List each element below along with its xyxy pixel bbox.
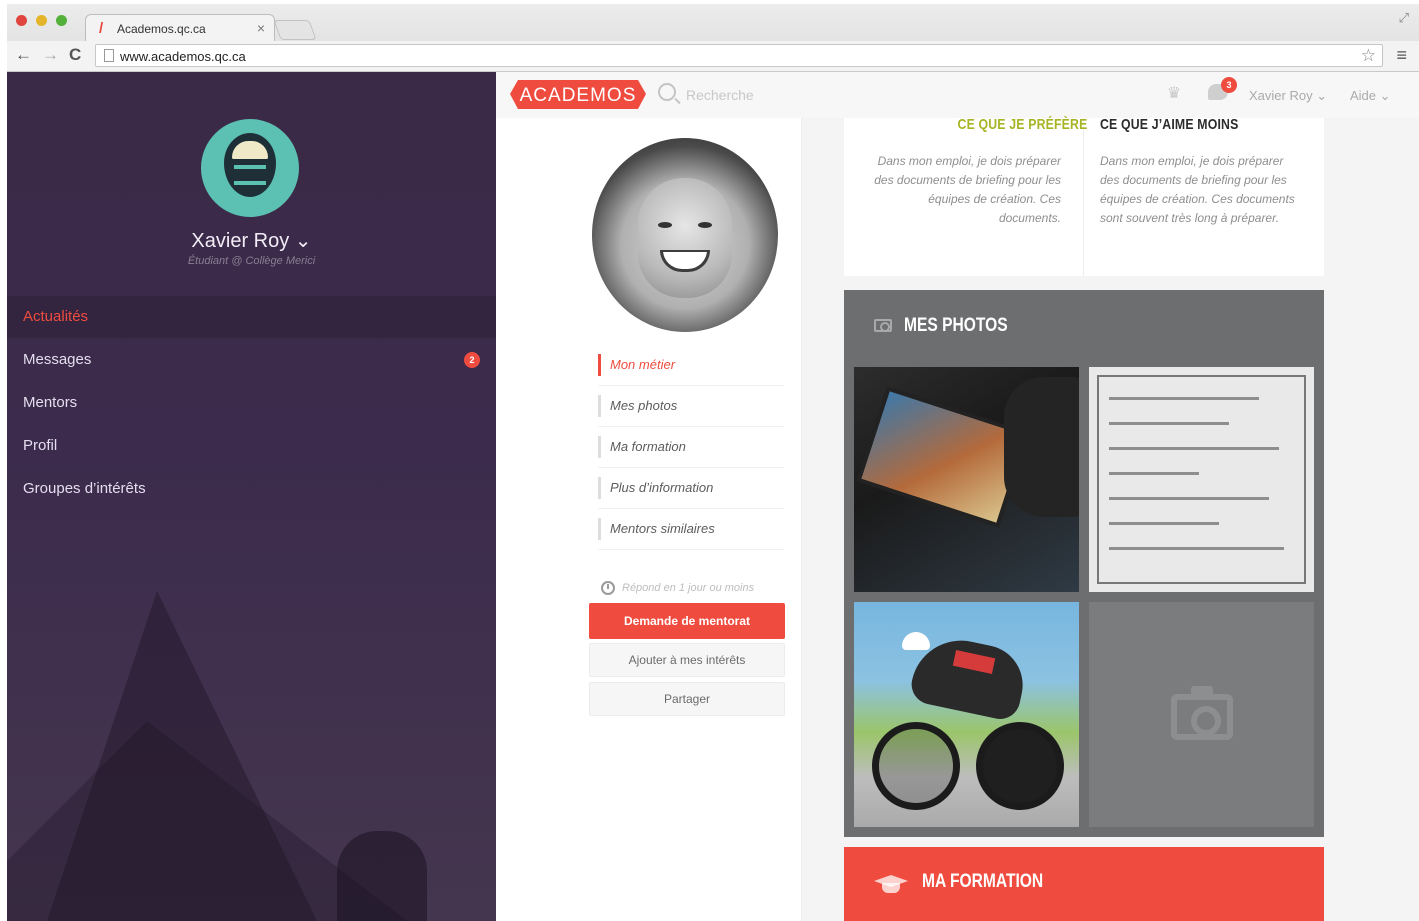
minimize-window-button[interactable] <box>36 15 47 26</box>
sidebar-user-subtitle: Étudiant @ Collège Merici <box>187 255 316 267</box>
sidebar-item-profil[interactable]: Profil <box>7 425 496 467</box>
address-bar[interactable]: www.academos.qc.ca ☆ <box>95 44 1383 67</box>
academos-logo[interactable]: ACADEMOS <box>510 80 646 109</box>
sidebar-item-label: Mentors <box>23 394 78 411</box>
main-content: CE QUE JE PRÉFÈRE Dans mon emploi, je do… <box>802 116 1419 921</box>
browser-window: / Academos.qc.ca × ⤢ ← → C www.academos.… <box>7 4 1419 921</box>
dislike-title: CE QUE J’AIME MOINS <box>1100 116 1239 133</box>
page-icon <box>104 49 114 62</box>
profile-nav-label: Mon métier <box>610 357 676 372</box>
search-input[interactable] <box>686 86 866 104</box>
preferences-cards: CE QUE JE PRÉFÈRE Dans mon emploi, je do… <box>844 116 1324 276</box>
user-menu[interactable]: Xavier Roy ⌄ <box>1249 88 1327 104</box>
profile-nav-mes-photos[interactable]: Mes photos <box>598 389 784 427</box>
logo-text: ACADEMOS <box>519 85 637 106</box>
browser-menu-icon[interactable]: ≡ <box>1396 45 1407 65</box>
app-header: ACADEMOS ♛ 3 Xavier Roy ⌄ Aide ⌄ <box>496 72 1419 118</box>
dislike-card: CE QUE J’AIME MOINS Dans mon emploi, je … <box>1084 116 1324 276</box>
photos-header: MES PHOTOS <box>844 290 1324 358</box>
sidebar-item-label: Profil <box>23 437 58 454</box>
sidebar-item-groupes[interactable]: Groupes d’intérêts <box>7 468 496 510</box>
profile-nav-label: Mentors similaires <box>610 521 715 536</box>
profile-column: Mon métier Mes photos Ma formation Plus … <box>496 118 802 921</box>
sidebar: Xavier Roy ⌄ Étudiant @ Collège Merici A… <box>7 72 496 921</box>
background-hiker <box>337 831 427 921</box>
help-menu[interactable]: Aide ⌄ <box>1350 88 1391 104</box>
profile-nav-label: Ma formation <box>610 439 686 454</box>
new-tab-button[interactable] <box>273 20 317 40</box>
sidebar-item-actualites[interactable]: Actualités <box>7 296 496 338</box>
url-text[interactable]: www.academos.qc.ca <box>120 49 246 64</box>
response-time-text: Répond en 1 jour ou moins <box>622 582 755 594</box>
academos-favicon-icon: / <box>99 20 104 37</box>
back-button[interactable]: ← <box>15 45 32 65</box>
share-button[interactable]: Partager <box>589 682 785 716</box>
photos-section: MES PHOTOS <box>844 290 1324 837</box>
photo-tile-drawing-tablet[interactable] <box>854 367 1079 592</box>
fullscreen-icon[interactable]: ⤢ <box>1399 10 1409 26</box>
sidebar-item-label: Messages <box>23 351 92 368</box>
notification-badge: 3 <box>1221 77 1237 93</box>
avatar[interactable] <box>201 119 299 217</box>
formation-section[interactable]: MA FORMATION <box>844 847 1324 921</box>
formation-title: MA FORMATION <box>922 871 1044 892</box>
browser-chrome: / Academos.qc.ca × ⤢ ← → C www.academos.… <box>7 4 1419 72</box>
reload-button[interactable]: C <box>69 45 81 65</box>
mentor-photo <box>592 138 778 332</box>
profile-nav-label: Plus d’information <box>610 480 714 495</box>
close-window-button[interactable] <box>16 15 27 26</box>
close-tab-icon[interactable]: × <box>257 20 265 36</box>
forward-button[interactable]: → <box>42 45 59 65</box>
prefer-card: CE QUE JE PRÉFÈRE Dans mon emploi, je do… <box>844 116 1087 276</box>
dislike-text: Dans mon emploi, je dois préparer des do… <box>1100 154 1295 225</box>
sidebar-item-label: Groupes d’intérêts <box>23 480 146 497</box>
clock-icon <box>601 581 615 595</box>
sidebar-user-name[interactable]: Xavier Roy ⌄ <box>7 228 496 253</box>
profile-nav-mentors-similaires[interactable]: Mentors similaires <box>598 512 784 550</box>
add-to-interests-button[interactable]: Ajouter à mes intérêts <box>589 643 785 677</box>
prefer-text: Dans mon emploi, je dois préparer des do… <box>874 154 1061 225</box>
profile-nav-mon-metier[interactable]: Mon métier <box>598 348 784 386</box>
tab-title: Academos.qc.ca <box>117 22 206 36</box>
background-mountain-peak <box>47 591 317 921</box>
photos-title: MES PHOTOS <box>904 315 1008 336</box>
camera-icon <box>874 319 892 332</box>
camera-placeholder-icon <box>1171 686 1233 740</box>
messages-count-badge: 2 <box>464 352 480 368</box>
prefer-title: CE QUE JE PRÉFÈRE <box>957 116 1087 133</box>
maximize-window-button[interactable] <box>56 15 67 26</box>
profile-nav-plus-information[interactable]: Plus d’information <box>598 471 784 509</box>
mentorship-request-button[interactable]: Demande de mentorat <box>589 603 785 639</box>
avatar-shield-icon <box>224 133 276 197</box>
trophy-icon[interactable]: ♛ <box>1164 83 1184 102</box>
photo-tile-empty[interactable] <box>1089 602 1314 827</box>
browser-toolbar: ← → C www.academos.qc.ca ☆ ≡ <box>7 41 1419 71</box>
sidebar-item-messages[interactable]: Messages 2 <box>7 339 496 381</box>
bookmark-star-icon[interactable]: ☆ <box>1361 46 1376 66</box>
profile-nav-ma-formation[interactable]: Ma formation <box>598 430 784 468</box>
photo-tile-cyclist[interactable] <box>854 602 1079 827</box>
profile-nav-label: Mes photos <box>610 398 678 413</box>
search-icon[interactable] <box>658 83 676 101</box>
sidebar-item-label: Actualités <box>23 308 89 325</box>
sidebar-item-mentors[interactable]: Mentors <box>7 382 496 424</box>
photo-tile-newspaper-sketch[interactable] <box>1089 367 1314 592</box>
browser-tab[interactable]: / Academos.qc.ca × <box>85 14 275 41</box>
